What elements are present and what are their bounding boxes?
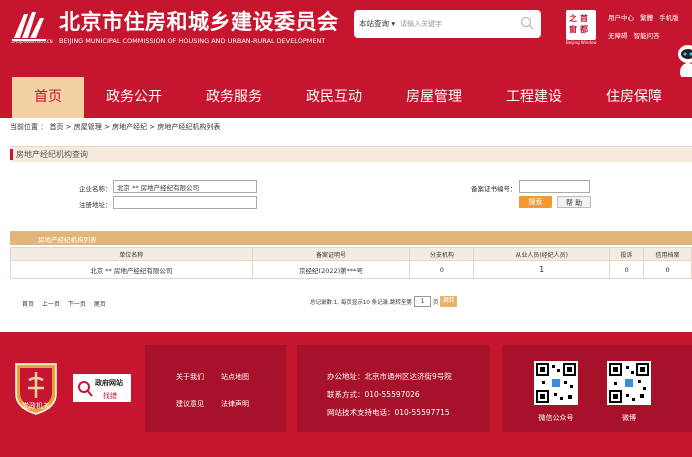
wechat-qr-code-icon[interactable]	[534, 361, 578, 405]
pagination-links: 首页 上一页 下一页 尾页	[22, 299, 112, 308]
first-page-link[interactable]: 首页	[22, 301, 34, 308]
magnifier-icon	[78, 381, 93, 397]
tech-support-phone: 网站技术支持电话：010-55597715	[327, 408, 450, 417]
weibo-qr-label: 微博	[622, 414, 636, 422]
nav-item-gov-services[interactable]: 政务服务	[197, 77, 271, 118]
cert-number-input[interactable]	[519, 180, 590, 193]
address-input[interactable]	[113, 196, 257, 209]
accessibility-link[interactable]: 无障碍	[608, 32, 628, 40]
user-center-link[interactable]: 用户中心	[608, 14, 634, 22]
search-button[interactable]: 搜索	[519, 196, 552, 208]
capital-char: 窗	[569, 25, 577, 34]
nav-item-housing[interactable]: 房屋管理	[397, 77, 471, 118]
table-row[interactable]: 北京 ** 房地产经纪有限公司 京经纪(2022)第***号 0 1 0 0	[10, 260, 692, 279]
prev-page-link[interactable]: 上一页	[42, 301, 60, 308]
search-scope-select[interactable]: 本站查询 ▾	[359, 18, 395, 29]
capital-char: 都	[580, 25, 588, 34]
gov-badge-title: 政府网站	[95, 379, 123, 387]
site-title[interactable]: 北京市住房和城乡建设委员会	[59, 6, 339, 36]
search-icon[interactable]	[519, 15, 535, 31]
page-info: 总记录数:1, 每页显示10 条记录,跳转至第 1 页 跳转	[310, 296, 458, 307]
site-header: ZHUJIANWEI.GOV.CN 北京市住房和城乡建设委员会 BEIJING …	[0, 0, 692, 81]
nav-item-housing-security[interactable]: 住房保障	[597, 77, 671, 118]
search-input[interactable]	[400, 16, 510, 32]
capital-char: 首	[580, 14, 588, 23]
footer-links-panel	[145, 345, 286, 432]
traditional-chinese-link[interactable]: 繁體	[640, 14, 653, 22]
query-section-header: 房地产经纪机构查询	[10, 146, 692, 162]
legal-notice-link[interactable]: 法律声明	[221, 399, 249, 409]
table-header-row: 单位名称 备案证明号 分支机构 从业人员(经纪人员) 投诉 信用档案	[10, 247, 692, 261]
capital-window-logo[interactable]: 之 首 窗 都	[566, 10, 596, 40]
top-links: 用户中心 繁體 手机版	[608, 12, 683, 22]
contact-phone: 联系方式：010-55597026	[327, 390, 420, 399]
page-suffix: 页	[432, 299, 439, 306]
column-header: 备案证明号	[251, 247, 411, 261]
weibo-qr-code-icon[interactable]	[607, 361, 651, 405]
gov-website-error-report[interactable]: 政府网站 找错	[72, 373, 132, 403]
column-header: 单位名称	[10, 247, 253, 261]
complaint-count-cell[interactable]: 0	[609, 260, 645, 279]
top-links-secondary: 无障碍 智能问答	[608, 30, 664, 40]
cert-number-label: 备案证书编号：	[471, 185, 517, 193]
company-name-label: 企业名称：	[79, 185, 112, 193]
office-address: 办公地址：北京市通州区达济街9号院	[327, 372, 452, 381]
nav-item-home[interactable]: 首页	[12, 77, 84, 118]
staff-count-cell[interactable]: 1	[473, 260, 611, 279]
capital-char: 之	[569, 14, 577, 23]
about-us-link[interactable]: 关于我们	[176, 372, 204, 382]
wechat-qr-label: 微信公众号	[538, 414, 574, 422]
column-header: 分支机构	[409, 247, 475, 261]
column-header: 从业人员(经纪人员)	[473, 247, 611, 261]
help-button[interactable]: 帮 助	[557, 196, 591, 208]
next-page-link[interactable]: 下一页	[68, 301, 86, 308]
company-name-cell[interactable]: 北京 ** 房地产经纪有限公司	[10, 260, 253, 279]
breadcrumb[interactable]: 当前位置 ： 首页 > 房屋管理 > 房地产经纪 > 房地产经纪机构列表	[10, 122, 220, 132]
query-section-title: 房地产经纪机构查询	[16, 150, 88, 159]
main-nav: 首页 政务公开 政务服务 政民互动 房屋管理 工程建设 住房保障	[0, 77, 692, 118]
results-section-title: 房地产经纪机构列表	[38, 236, 97, 244]
address-label: 注册地址：	[79, 201, 112, 209]
branch-count-cell[interactable]: 0	[409, 260, 475, 279]
last-page-link[interactable]: 尾页	[94, 301, 106, 308]
column-header: 投诉	[609, 247, 645, 261]
feedback-link[interactable]: 建议意见	[176, 399, 204, 409]
nav-item-construction[interactable]: 工程建设	[497, 77, 571, 118]
results-table: 单位名称 备案证明号 分支机构 从业人员(经纪人员) 投诉 信用档案 北京 **…	[10, 247, 692, 279]
section-marker	[10, 149, 13, 160]
column-header: 信用档案	[643, 247, 692, 261]
nav-item-interaction[interactable]: 政民互动	[297, 77, 371, 118]
smart-qa-link[interactable]: 智能问答	[634, 32, 660, 40]
page-number-input[interactable]: 1	[413, 296, 431, 307]
site-title-en: BEIJING MUNICIPAL COMMISSION OF HOUSING …	[59, 37, 326, 45]
nav-item-gov-affairs[interactable]: 政务公开	[97, 77, 171, 118]
gov-badge-action: 找错	[103, 392, 117, 400]
mobile-version-link[interactable]: 手机版	[659, 14, 679, 22]
party-government-badge-icon[interactable]: 党政机关	[11, 358, 61, 416]
results-section-header: 房地产经纪机构列表	[10, 231, 692, 245]
page-info-text: 总记录数:1, 每页显示10 条记录,跳转至第	[310, 299, 412, 306]
cert-number-cell: 京经纪(2022)第***号	[251, 260, 411, 279]
logo-caption: ZHUJIANWEI.GOV.CN	[11, 39, 53, 44]
credit-record-cell[interactable]: 0	[643, 260, 692, 279]
party-badge-label: 党政机关	[22, 401, 50, 410]
site-map-link[interactable]: 站点地图	[221, 372, 249, 382]
search-box: 本站查询 ▾	[354, 10, 541, 38]
capital-caption: Beijing Window	[566, 40, 597, 45]
jump-button[interactable]: 跳转	[440, 296, 458, 307]
company-name-input[interactable]: 北京 ** 房地产经纪有限公司	[113, 180, 257, 193]
